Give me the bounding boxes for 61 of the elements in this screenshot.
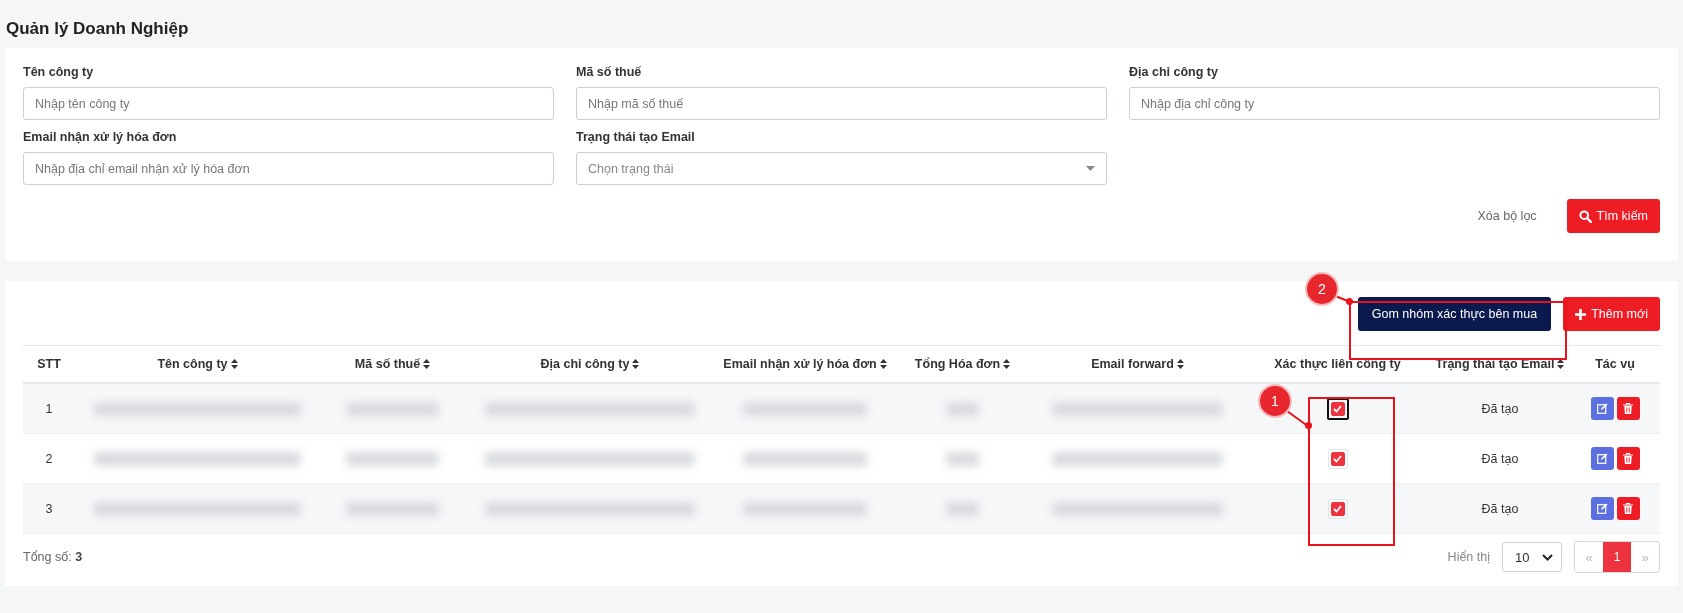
page-button[interactable]: 1 [1603,542,1631,572]
trash-icon [1623,453,1633,464]
input-field[interactable]: Nhập tên công ty [23,87,554,120]
edit-button[interactable] [1590,497,1614,520]
caret-icon [1086,166,1095,171]
input-field[interactable]: Nhập địa chỉ email nhận xử lý hóa đơn [23,152,554,185]
chevron-icon [1542,553,1553,561]
table-cell: Đã tạo [1481,401,1519,416]
trash-icon [1623,403,1633,414]
input-field[interactable]: Nhập địa chỉ công ty [1129,87,1660,120]
sort-icon[interactable] [230,359,238,369]
column-header[interactable]: Tên công ty [157,357,228,371]
field-label: Mã số thuế [576,65,643,79]
blurred-text [945,401,980,416]
column-header: Xác thực liên công ty [1274,357,1401,371]
column-header[interactable]: Email nhận xử lý hóa đơn [723,357,877,371]
search-icon [1578,209,1592,223]
page-size-dropdown[interactable]: 10 [1502,542,1562,572]
plus-icon [1575,308,1587,320]
column-header[interactable]: Địa chỉ công ty [540,357,630,371]
edit-icon [1596,453,1608,464]
leader-dot [1305,422,1312,429]
total-count: Tổng số: 3 [23,550,83,564]
edit-button[interactable] [1590,447,1614,470]
trash-icon [1623,503,1633,514]
sort-icon[interactable] [1176,359,1184,369]
input-field[interactable]: Nhập mã số thuế [576,87,1107,120]
page-title: Quản lý Doanh Nghiệp [5,18,190,40]
column-header: Tác vụ [1595,357,1635,371]
table-cell: 2 [45,451,53,466]
sort-icon[interactable] [1557,359,1565,369]
sort-icon[interactable] [1003,359,1011,369]
table-cell: 1 [45,401,53,416]
column-header[interactable]: Email forward [1091,357,1174,371]
field-label: Địa chỉ công ty [1129,65,1219,79]
search-button[interactable]: Tìm kiếm [1566,199,1660,233]
column-header[interactable]: Tổng Hóa đơn [914,357,1001,371]
edit-button[interactable] [1590,397,1614,420]
status-dropdown[interactable]: Chọn trạng thái [576,152,1107,185]
delete-button[interactable] [1616,497,1640,520]
page-size-label: Hiển thị [1447,550,1490,564]
table-cell: Đã tạo [1481,501,1519,516]
blurred-text [945,501,980,516]
field-label: Email nhận xử lý hóa đơn [23,130,178,144]
add-button[interactable]: Thêm mới [1563,297,1660,331]
field-label: Tên công ty [23,65,95,79]
blurred-text [945,451,980,466]
group-verify-button[interactable]: Gom nhóm xác thực bên mua [1357,297,1552,331]
sort-icon[interactable] [423,359,431,369]
edit-icon [1596,503,1608,514]
field-label: Trạng thái tạo Email [576,130,696,144]
delete-button[interactable] [1616,397,1640,420]
clear-filter-link[interactable]: Xóa bộ lọc [1477,209,1537,223]
delete-button[interactable] [1616,447,1640,470]
sort-icon[interactable] [879,359,887,369]
table-cell: Đã tạo [1481,451,1519,466]
column-header: STT [37,357,61,371]
table-cell: 3 [45,501,53,516]
sort-icon[interactable] [632,359,640,369]
column-header[interactable]: Mã số thuế [354,357,421,371]
edit-icon [1596,403,1608,414]
